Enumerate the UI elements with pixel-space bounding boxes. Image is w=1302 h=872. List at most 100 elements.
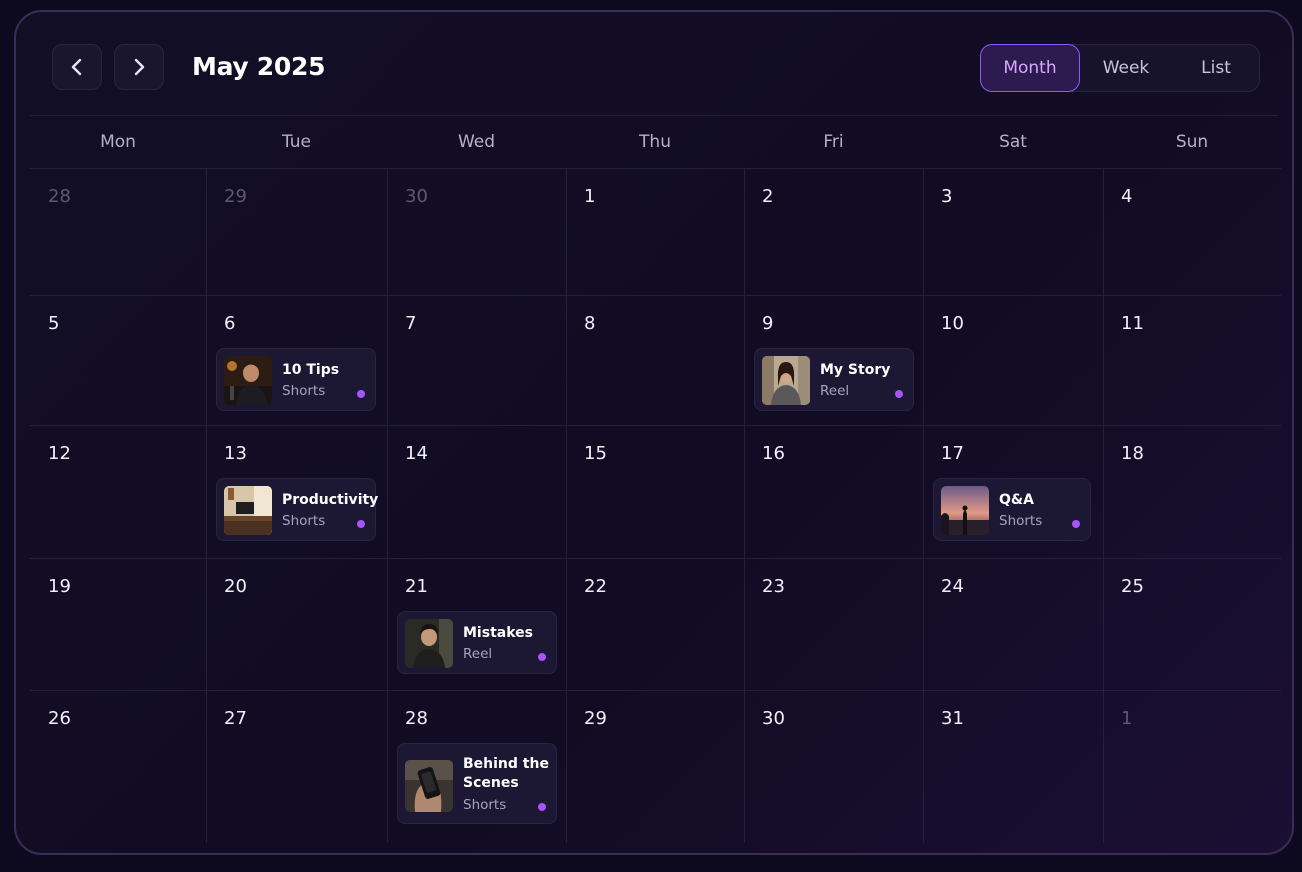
view-month-button[interactable]: Month	[980, 44, 1080, 92]
event-thumbnail	[762, 356, 810, 405]
day-cell[interactable]: 15	[566, 425, 744, 558]
day-number: 8	[584, 313, 596, 334]
event-title: Mistakes	[463, 625, 533, 641]
view-list-button[interactable]: List	[1172, 44, 1260, 92]
status-dot	[1072, 520, 1080, 528]
day-cell[interactable]: 28 Behind the Scenes Shorts	[387, 690, 566, 843]
status-dot	[538, 803, 546, 811]
day-number: 30	[762, 708, 785, 729]
view-switcher: Month Week List	[980, 44, 1260, 92]
event-card[interactable]: Q&A Shorts	[933, 478, 1091, 541]
day-cell[interactable]: 14	[387, 425, 566, 558]
day-number: 26	[48, 708, 71, 729]
weekday-wed: Wed	[457, 132, 496, 152]
weekday-tue: Tue	[281, 132, 312, 152]
day-cell[interactable]: 12	[30, 425, 206, 558]
day-cell[interactable]: 1	[566, 168, 744, 295]
event-title: Productivity	[282, 492, 379, 508]
status-dot	[357, 390, 365, 398]
status-dot	[357, 520, 365, 528]
event-thumbnail	[405, 619, 453, 668]
day-number: 25	[1121, 576, 1144, 597]
event-type: Shorts	[999, 513, 1043, 529]
day-cell[interactable]: 18	[1103, 425, 1281, 558]
day-cell[interactable]: 17 Q&A Shorts	[923, 425, 1103, 558]
calendar-panel: May 2025 Month Week List Mon Tue Wed Thu…	[14, 10, 1294, 855]
event-thumbnail	[224, 356, 272, 405]
day-number: 10	[941, 313, 964, 334]
weekday-thu: Thu	[639, 132, 671, 152]
day-number: 24	[941, 576, 964, 597]
day-cell[interactable]: 21 Mistakes Reel	[387, 558, 566, 690]
weekday-header-row: Mon Tue Wed Thu Fri Sat Sun	[30, 116, 1281, 168]
day-cell[interactable]: 23	[744, 558, 923, 690]
previous-month-button[interactable]	[52, 44, 102, 90]
day-number: 7	[405, 313, 417, 334]
day-number: 9	[762, 313, 774, 334]
day-number: 5	[48, 313, 60, 334]
event-card[interactable]: Behind the Scenes Shorts	[397, 743, 557, 824]
day-cell[interactable]: 16	[744, 425, 923, 558]
status-dot	[895, 390, 903, 398]
day-cell[interactable]: 2	[744, 168, 923, 295]
day-cell[interactable]: 31	[923, 690, 1103, 843]
day-cell[interactable]: 27	[206, 690, 387, 843]
event-title: My Story	[820, 362, 891, 378]
day-cell[interactable]: 22	[566, 558, 744, 690]
day-cell[interactable]: 11	[1103, 295, 1281, 425]
month-title: May 2025	[192, 52, 326, 81]
weekday-mon: Mon	[100, 132, 136, 152]
day-number: 1	[584, 186, 596, 207]
day-cell[interactable]: 29	[206, 168, 387, 295]
day-number: 31	[941, 708, 964, 729]
day-cell[interactable]: 13 Productivity Shorts	[206, 425, 387, 558]
event-type: Shorts	[282, 383, 326, 399]
event-type: Reel	[463, 646, 493, 662]
day-number: 13	[224, 443, 247, 464]
event-card[interactable]: 10 Tips Shorts	[216, 348, 376, 411]
view-week-button[interactable]: Week	[1080, 44, 1172, 92]
day-number: 12	[48, 443, 71, 464]
month-grid: 28 29 30 1 2 3 4 5 6 10 Tips Shorts 7 8 …	[30, 168, 1281, 843]
event-title: Behind the Scenes	[463, 756, 549, 791]
day-cell[interactable]: 9 My Story Reel	[744, 295, 923, 425]
day-cell[interactable]: 6 10 Tips Shorts	[206, 295, 387, 425]
day-number: 23	[762, 576, 785, 597]
day-cell[interactable]: 24	[923, 558, 1103, 690]
day-cell[interactable]: 25	[1103, 558, 1281, 690]
next-month-button[interactable]	[114, 44, 164, 90]
day-cell[interactable]: 28	[30, 168, 206, 295]
day-number: 30	[405, 186, 428, 207]
day-cell[interactable]: 29	[566, 690, 744, 843]
day-cell[interactable]: 5	[30, 295, 206, 425]
event-thumbnail	[405, 760, 453, 812]
event-card[interactable]: Mistakes Reel	[397, 611, 557, 674]
day-cell[interactable]: 7	[387, 295, 566, 425]
day-number: 16	[762, 443, 785, 464]
day-cell[interactable]: 30	[744, 690, 923, 843]
day-cell[interactable]: 30	[387, 168, 566, 295]
day-number: 19	[48, 576, 71, 597]
chevron-right-icon	[134, 58, 145, 76]
day-cell[interactable]: 20	[206, 558, 387, 690]
day-number: 18	[1121, 443, 1144, 464]
event-title: 10 Tips	[282, 362, 340, 378]
day-number: 27	[224, 708, 247, 729]
day-number: 29	[584, 708, 607, 729]
day-cell[interactable]: 4	[1103, 168, 1281, 295]
day-cell[interactable]: 8	[566, 295, 744, 425]
day-number: 15	[584, 443, 607, 464]
event-card[interactable]: Productivity Shorts	[216, 478, 379, 541]
day-cell[interactable]: 10	[923, 295, 1103, 425]
day-number: 21	[405, 576, 428, 597]
event-card[interactable]: My Story Reel	[754, 348, 914, 411]
day-cell[interactable]: 3	[923, 168, 1103, 295]
day-cell[interactable]: 26	[30, 690, 206, 843]
day-cell[interactable]: 19	[30, 558, 206, 690]
day-cell[interactable]: 1	[1103, 690, 1281, 843]
status-dot	[538, 653, 546, 661]
day-number: 11	[1121, 313, 1144, 334]
day-number: 1	[1121, 708, 1133, 729]
event-thumbnail	[224, 486, 272, 535]
day-number: 2	[762, 186, 774, 207]
